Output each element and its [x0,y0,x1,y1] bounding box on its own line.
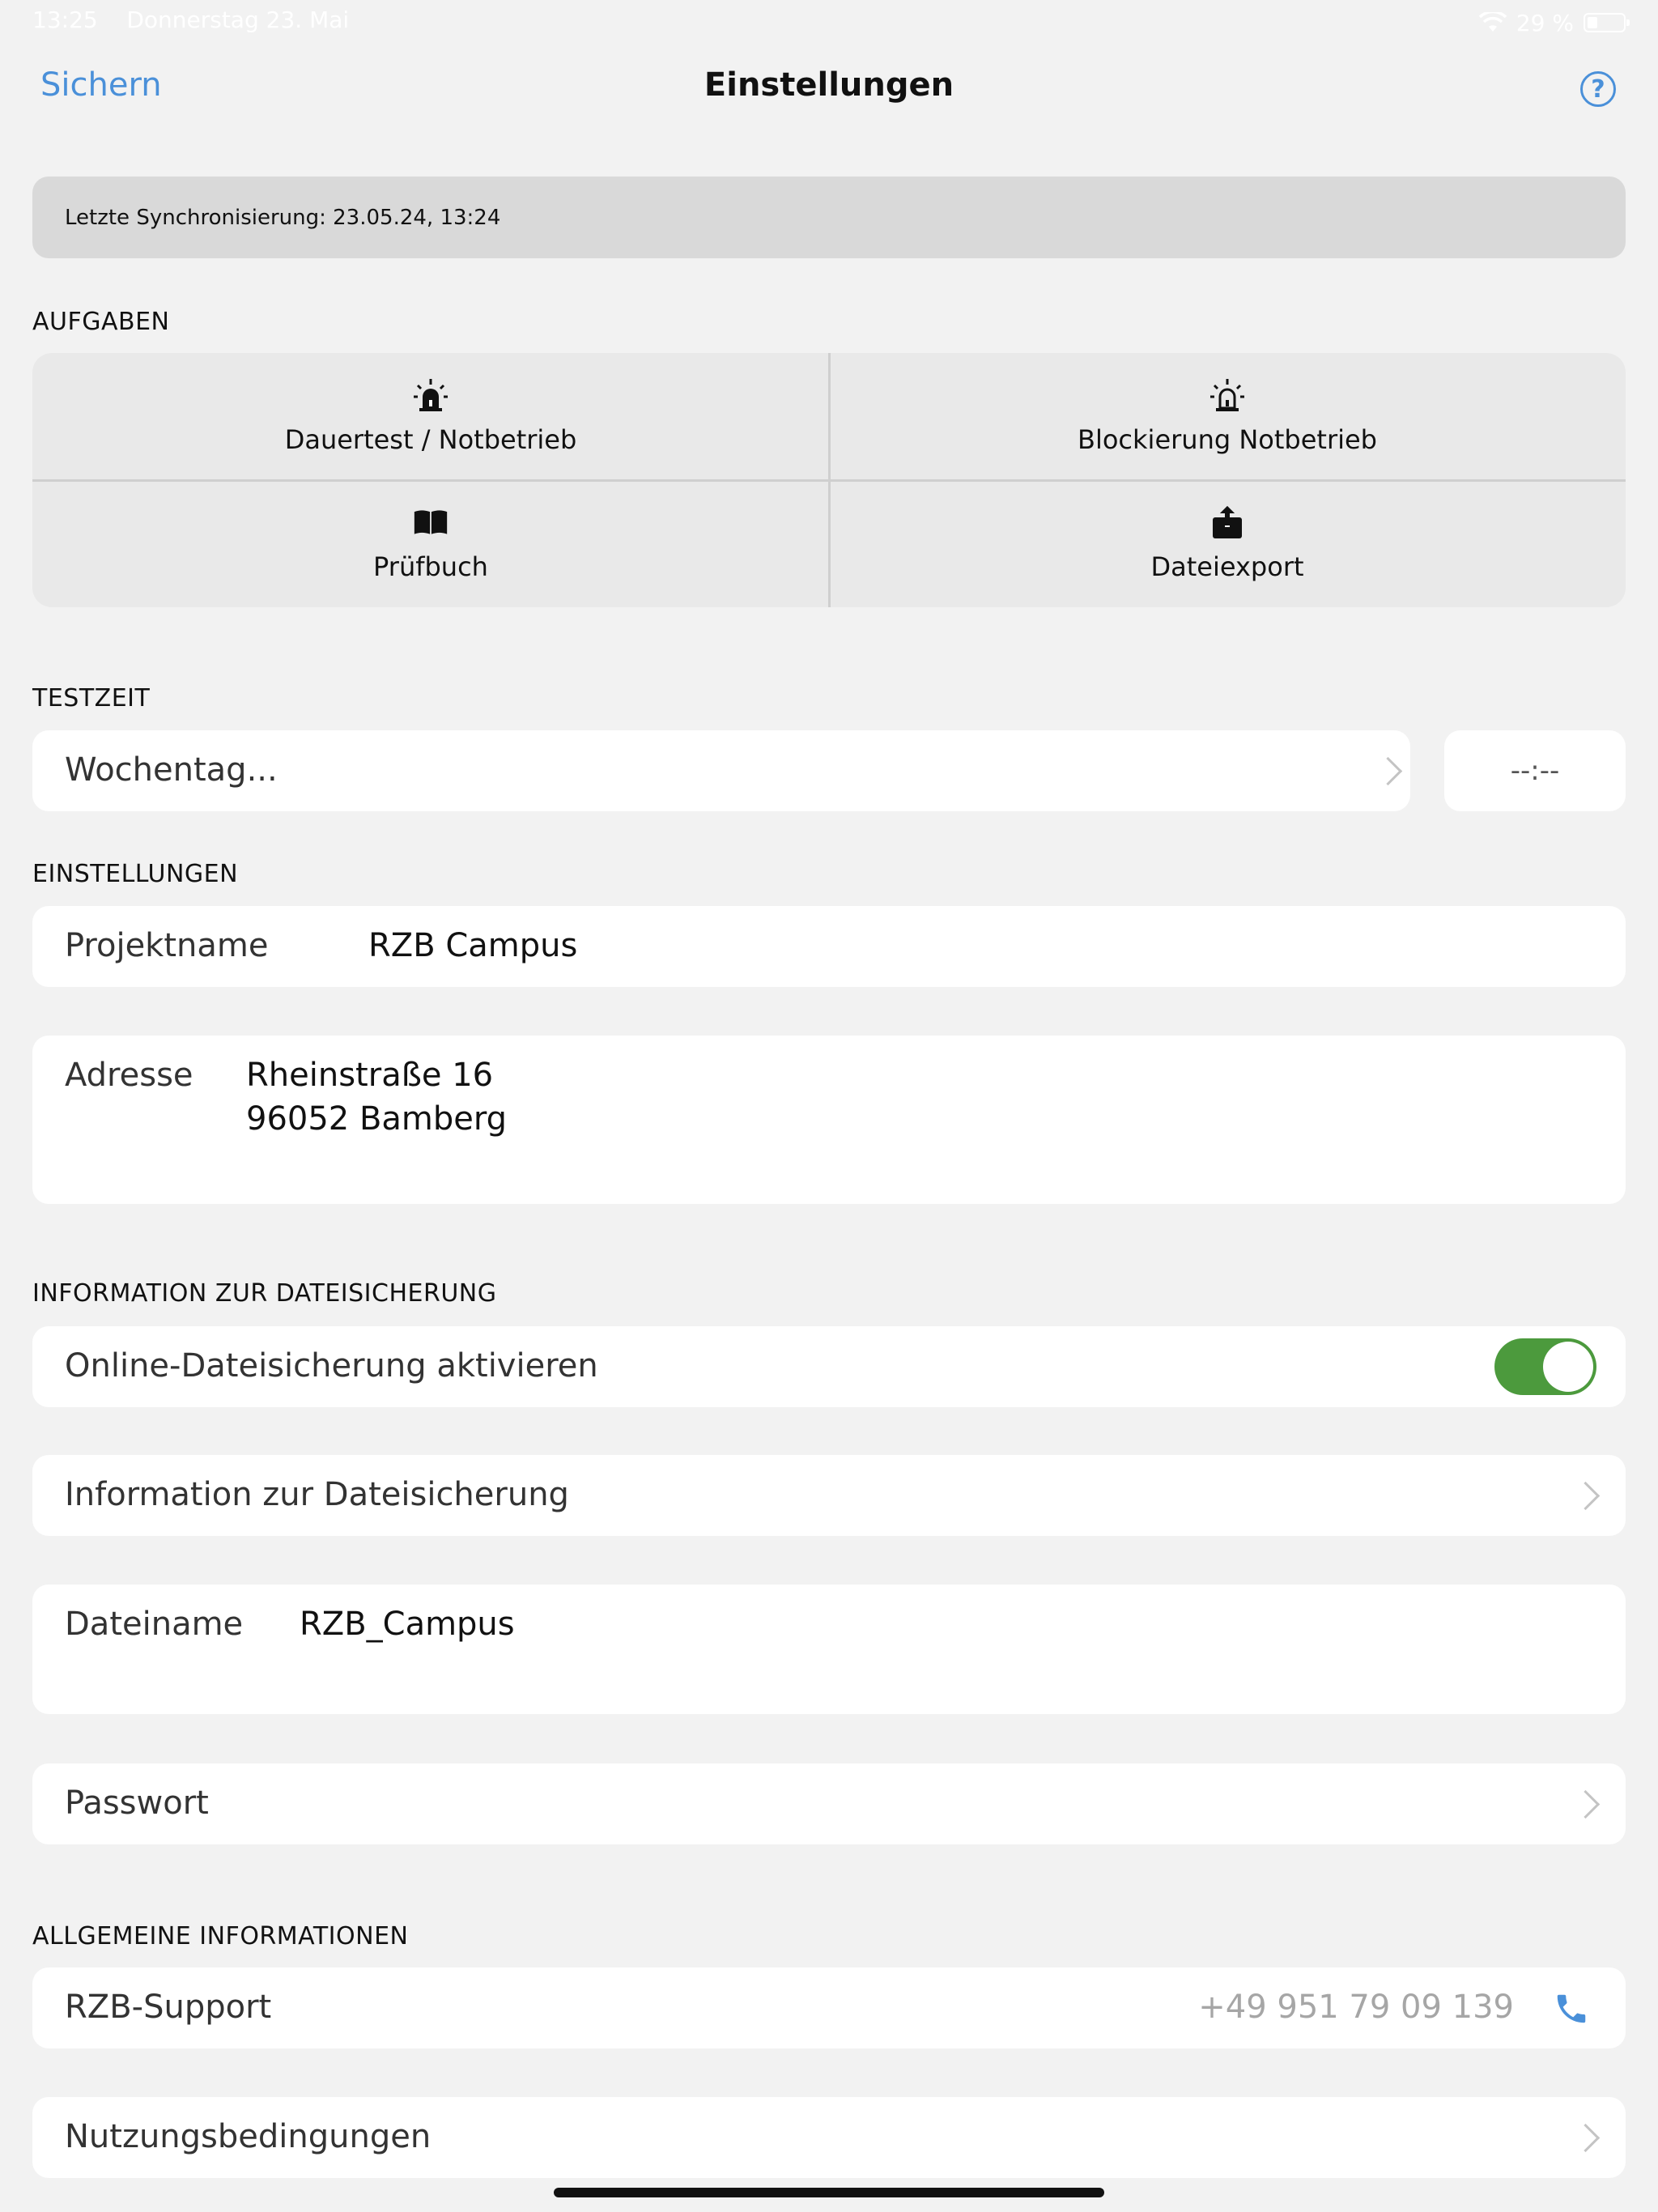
section-header-testtime: TESTZEIT [32,684,151,713]
phone-icon[interactable] [1553,1990,1590,2027]
chevron-right-icon [1571,1789,1601,1819]
sync-text: Letzte Synchronisierung: 23.05.24, 13:24 [65,205,501,230]
status-bar-right: 29 % [1478,6,1630,39]
task-label: Blockierung Notbetrieb [1078,424,1377,455]
task-logbook[interactable]: Prüfbuch [32,480,829,607]
help-icon-glyph: ? [1591,74,1605,104]
task-label: Dateiexport [1150,551,1304,582]
status-date: Donnerstag 23. Mai [126,6,350,33]
chevron-right-icon [1571,1481,1601,1511]
share-icon [1209,504,1245,540]
password-label: Passwort [65,1784,209,1822]
status-time: 13:25 [32,6,98,33]
backup-info-row[interactable]: Information zur Dateisicherung [32,1455,1626,1536]
support-phone[interactable]: +49 951 79 09 139 [1198,1989,1514,2026]
online-backup-toggle[interactable] [1494,1338,1596,1395]
time-placeholder: --:-- [1510,755,1560,787]
address-line-1[interactable]: Rheinstraße 16 [246,1057,493,1094]
book-icon [413,504,449,540]
alarm-light-icon [413,377,449,413]
task-label: Dauertest / Notbetrieb [284,424,577,455]
battery-percent: 29 % [1516,9,1574,36]
section-header-tasks: AUFGABEN [32,308,170,336]
weekday-placeholder: Wochentag... [65,751,278,789]
task-file-export[interactable]: Dateiexport [829,480,1626,607]
section-header-general: ALLGEMEINE INFORMATIONEN [32,1922,409,1950]
support-label: RZB-Support [65,1989,272,2026]
online-backup-row: Online-Dateisicherung aktivieren [32,1326,1626,1407]
address-field[interactable]: Adresse Rheinstraße 16 96052 Bamberg [32,1036,1626,1204]
battery-icon [1584,13,1630,32]
task-continuous-test[interactable]: Dauertest / Notbetrieb [32,353,829,480]
online-backup-label: Online-Dateisicherung aktivieren [65,1347,598,1385]
alarm-light-outline-icon [1209,377,1245,413]
section-header-backup: INFORMATION ZUR DATEISICHERUNG [32,1279,497,1308]
project-name-value[interactable]: RZB Campus [368,927,577,964]
help-icon[interactable]: ? [1580,71,1616,107]
address-line-2[interactable]: 96052 Bamberg [246,1100,507,1138]
password-row[interactable]: Passwort [32,1763,1626,1844]
terms-row[interactable]: Nutzungsbedingungen [32,2097,1626,2178]
page-title: Einstellungen [704,66,954,104]
chevron-right-icon [1571,2123,1601,2153]
sync-banner: Letzte Synchronisierung: 23.05.24, 13:24 [32,177,1626,258]
filename-value[interactable]: RZB_Campus [300,1606,515,1643]
task-label: Prüfbuch [373,551,488,582]
time-picker[interactable]: --:-- [1444,730,1626,811]
address-label: Adresse [65,1057,193,1094]
task-block-emergency[interactable]: Blockierung Notbetrieb [829,353,1626,480]
toggle-knob [1543,1342,1593,1392]
support-row[interactable]: RZB-Support +49 951 79 09 139 [32,1967,1626,2048]
backup-info-label: Information zur Dateisicherung [65,1476,569,1513]
section-header-settings: EINSTELLUNGEN [32,860,239,888]
status-bar-left: 13:25 Donnerstag 23. Mai [32,6,349,39]
home-indicator[interactable] [554,2188,1104,2197]
weekday-selector[interactable]: Wochentag... [32,730,1410,811]
filename-field[interactable]: Dateiname RZB_Campus [32,1585,1626,1714]
project-name-field[interactable]: Projektname RZB Campus [32,906,1626,987]
chevron-right-icon [1373,756,1403,786]
wifi-icon [1478,12,1507,32]
terms-label: Nutzungsbedingungen [65,2118,432,2155]
filename-label: Dateiname [65,1606,244,1643]
project-name-label: Projektname [65,927,269,964]
grid-divider-horizontal [32,479,1626,482]
